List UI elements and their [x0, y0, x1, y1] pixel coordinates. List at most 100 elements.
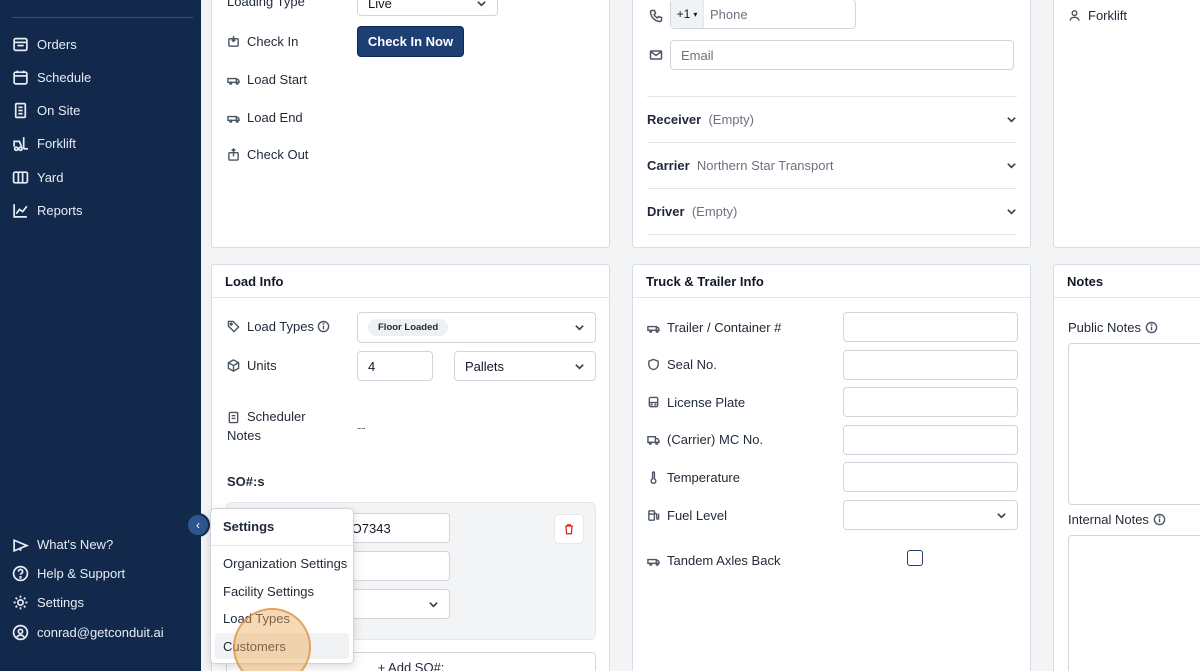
sidebar-item-label: Forklift: [37, 135, 76, 151]
chevron-left-icon: ‹: [196, 518, 200, 532]
load-type-chip: Floor Loaded: [368, 319, 449, 336]
mc-number-label: (Carrier) MC No.: [667, 432, 764, 447]
calendar-icon: [13, 70, 28, 85]
sidebar-item-whats-new[interactable]: What's New?: [12, 531, 113, 557]
check-in-now-label: Check In Now: [367, 34, 454, 49]
fuel-level-row: Fuel Level: [647, 508, 727, 523]
carrier-row[interactable]: Carrier Northern Star Transport: [647, 143, 1017, 188]
trailer-input[interactable]: [843, 312, 1018, 342]
email-field[interactable]: Email: [670, 40, 1014, 70]
sidebar-item-account[interactable]: conrad@getconduit.ai: [12, 619, 164, 645]
sidebar-item-help[interactable]: Help & Support: [12, 560, 125, 586]
help-circle-icon: [12, 565, 29, 581]
license-plate-label: License Plate: [667, 395, 746, 410]
scheduler-notes-value: --: [357, 420, 366, 435]
truck-icon: [227, 115, 240, 123]
load-info-title: Load Info: [225, 273, 284, 289]
chevron-down-icon: [477, 1, 486, 7]
trailer-row: Trailer / Container #: [647, 320, 781, 335]
check-in-row: Check In: [227, 34, 298, 49]
sidebar-item-label: On Site: [37, 102, 81, 118]
truck-trailer-card: Truck & Trailer Info Trailer / Container…: [632, 264, 1031, 671]
seal-input[interactable]: [843, 350, 1018, 380]
notes-icon: [228, 411, 239, 424]
megaphone-icon: [13, 538, 29, 552]
sidebar-item-on-site[interactable]: On Site: [12, 97, 80, 123]
tag-icon: [227, 320, 240, 333]
load-start-row: Load Start: [227, 72, 307, 87]
thermometer-icon: [650, 471, 657, 484]
load-end-row: Load End: [227, 110, 303, 125]
notes-title: Notes: [1067, 273, 1104, 289]
sidebar-item-reports[interactable]: Reports: [12, 197, 83, 223]
mc-number-input[interactable]: [843, 425, 1018, 455]
shield-icon: [648, 358, 659, 371]
driver-row[interactable]: Driver (Empty): [647, 189, 1017, 234]
bus-icon: [648, 396, 659, 408]
phone-field[interactable]: +1 ▾ Phone: [670, 0, 856, 29]
internal-notes-textarea[interactable]: [1068, 535, 1200, 671]
receiver-row[interactable]: Receiver (Empty): [647, 97, 1017, 142]
license-plate-row: License Plate: [647, 395, 745, 410]
chevron-down-icon: [575, 363, 584, 370]
tandem-axles-checkbox[interactable]: [907, 550, 923, 566]
sidebar-item-schedule[interactable]: Schedule: [12, 64, 91, 90]
check-in-label: Check In: [247, 34, 299, 49]
units-value: 4: [368, 358, 376, 374]
internal-notes-row: Internal Notes: [1068, 512, 1166, 527]
units-row: Units: [227, 358, 277, 373]
chevron-down-icon: [429, 601, 438, 608]
menu-item-label: Load Types: [223, 610, 290, 626]
sidebar-item-label: Settings: [37, 594, 84, 610]
divider: [647, 234, 1017, 235]
settings-menu-title: Settings: [223, 519, 275, 534]
sidebar-collapse-button[interactable]: ‹: [186, 513, 210, 537]
phone-icon: [649, 9, 663, 23]
mail-icon: [649, 50, 663, 60]
delete-so-button[interactable]: [554, 514, 584, 544]
receiver-value: (Empty): [708, 112, 754, 127]
menu-item-customers[interactable]: Customers: [215, 633, 349, 659]
country-code-select[interactable]: +1 ▾: [671, 0, 704, 28]
load-types-select[interactable]: Floor Loaded: [357, 312, 596, 343]
truck-trailer-title: Truck & Trailer Info: [646, 273, 764, 289]
load-end-label: Load End: [247, 110, 303, 125]
settings-menu: Settings Organization Settings Facility …: [210, 508, 354, 664]
unit-type-value: Pallets: [465, 358, 505, 374]
truck-icon: [647, 325, 660, 333]
mc-number-row: (Carrier) MC No.: [647, 432, 763, 447]
chevron-down-icon: [997, 512, 1006, 519]
license-plate-input[interactable]: [843, 387, 1018, 417]
sidebar-item-label: Reports: [37, 202, 83, 218]
menu-item-label: Facility Settings: [223, 583, 315, 599]
check-in-now-button[interactable]: Check In Now: [357, 26, 464, 57]
info-icon: [1153, 513, 1166, 526]
yard-icon: [12, 170, 29, 184]
sidebar-item-label: Schedule: [37, 69, 92, 85]
sidebar-item-forklift[interactable]: Forklift: [12, 130, 76, 156]
load-types-label: Load Types: [247, 319, 314, 334]
menu-item-organization-settings[interactable]: Organization Settings: [215, 550, 349, 576]
sidebar-item-label: conrad@getconduit.ai: [37, 624, 164, 640]
temperature-input[interactable]: [843, 462, 1018, 492]
unit-type-select[interactable]: Pallets: [454, 351, 596, 381]
public-notes-textarea[interactable]: [1068, 343, 1200, 505]
sidebar-item-orders[interactable]: Orders: [12, 31, 77, 57]
sidebar-item-label: Yard: [37, 169, 64, 185]
email-placeholder: Email: [681, 47, 714, 63]
receiver-label: Receiver: [647, 112, 702, 127]
sidebar-item-settings[interactable]: Settings: [12, 589, 84, 615]
caret-down-icon: ▾: [693, 9, 698, 19]
card-title: Notes: [1054, 265, 1200, 298]
chevron-down-icon: [1007, 163, 1016, 169]
units-input[interactable]: 4: [357, 351, 433, 381]
sidebar-item-yard[interactable]: Yard: [12, 164, 64, 190]
fuel-level-select[interactable]: [843, 500, 1018, 530]
tandem-axles-row: Tandem Axles Back: [647, 553, 780, 568]
loading-type-text: Loading Type: [227, 0, 305, 9]
menu-item-facility-settings[interactable]: Facility Settings: [215, 578, 349, 604]
sidebar-divider: [12, 17, 193, 18]
chart-line-icon: [13, 203, 28, 218]
menu-item-load-types[interactable]: Load Types: [215, 605, 349, 631]
loading-type-select[interactable]: Live: [357, 0, 498, 16]
